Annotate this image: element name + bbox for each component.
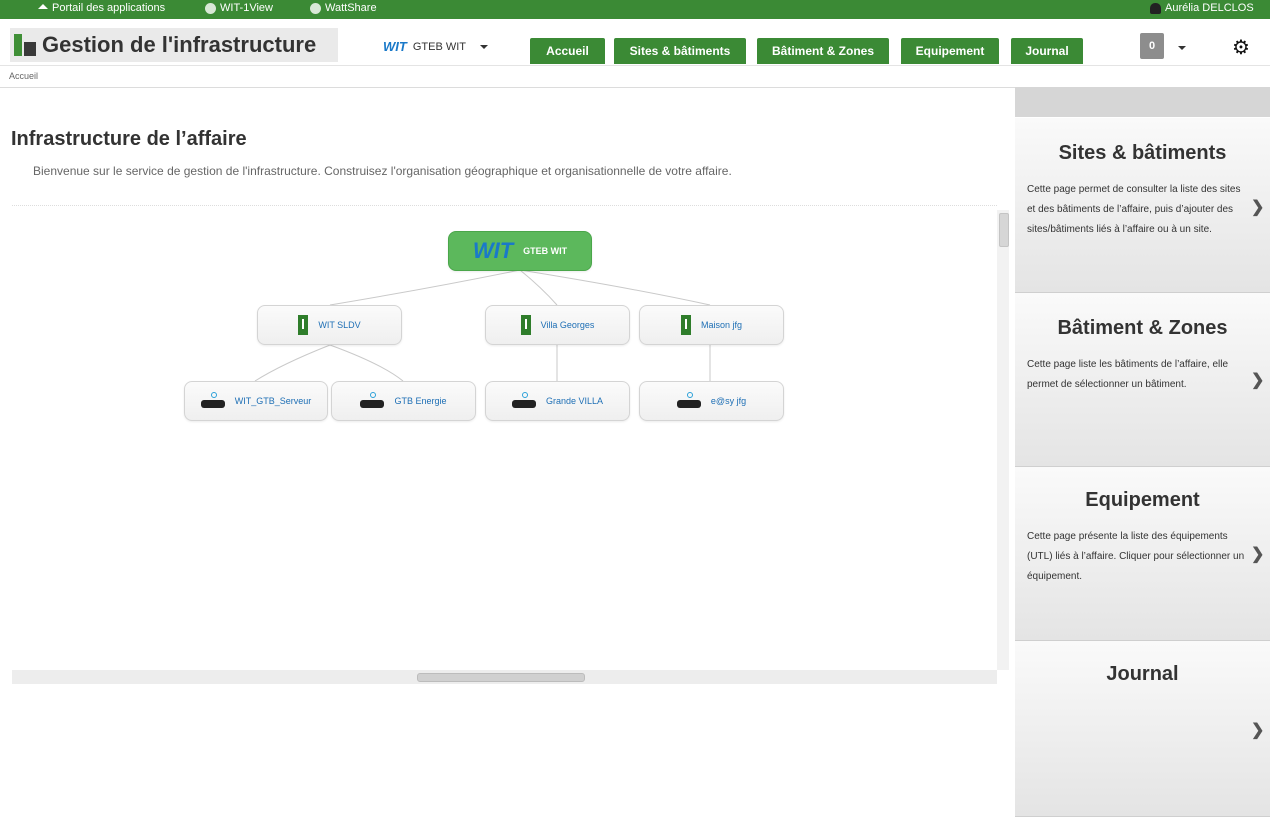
gear-icon[interactable]: ⚙: [1232, 35, 1250, 60]
tree-connectors: [254, 269, 711, 382]
building-icon: [680, 315, 691, 335]
page-intro: Bienvenue sur le service de gestion de l…: [33, 164, 732, 178]
app-title: Gestion de l'infrastructure: [42, 32, 317, 57]
tree-node-device[interactable]: e@sy jfg: [639, 381, 784, 421]
card-sites-batiments[interactable]: Sites & bâtiments Cette page permet de c…: [1015, 118, 1270, 293]
wit1view-label: WIT-1View: [220, 2, 273, 14]
tree-node-device[interactable]: WIT_GTB_Serveur: [184, 381, 328, 421]
diagram-vertical-scrollbar[interactable]: [997, 210, 1009, 670]
user-menu[interactable]: Aurélia DELCLOS: [1150, 2, 1254, 14]
scroll-thumb[interactable]: [999, 213, 1009, 247]
notification-chevron-down-icon[interactable]: [1178, 46, 1186, 50]
notification-badge[interactable]: 0: [1140, 33, 1164, 59]
card-title: Journal: [1106, 663, 1179, 685]
affaire-selector[interactable]: WIT GTEB WIT: [383, 39, 488, 54]
nav-accueil[interactable]: Accueil: [530, 38, 605, 64]
wit-logo: WIT: [383, 39, 407, 54]
tree-node-label: Maison jfg: [700, 320, 743, 330]
portal-link[interactable]: Portail des applications: [38, 2, 165, 14]
tree-node-site[interactable]: WIT SLDV: [257, 305, 402, 345]
diagram-horizontal-scrollbar[interactable]: [12, 670, 997, 684]
card-description: Cette page liste les bâtiments de l’affa…: [1027, 359, 1229, 390]
sidebar-header: [1015, 87, 1270, 117]
card-journal[interactable]: Journal: [1015, 641, 1270, 817]
chevron-right-icon[interactable]: ❯: [1251, 370, 1264, 390]
chevron-down-icon: [480, 44, 488, 49]
device-icon: [676, 392, 701, 408]
chevron-right-icon[interactable]: ❯: [1251, 720, 1264, 740]
affaire-name: GTEB WIT: [412, 40, 466, 53]
tree-node-label: WIT SLDV: [318, 320, 361, 330]
infrastructure-tree[interactable]: WIT GTEB WIT WIT SLDV Villa Georges Mais…: [12, 205, 997, 671]
nav-batiment-zones[interactable]: Bâtiment & Zones: [757, 38, 889, 64]
wit-logo: WIT: [472, 238, 514, 263]
wattshare-link[interactable]: WattShare: [310, 2, 377, 14]
tree-node-label: Grande VILLA: [545, 396, 604, 406]
building-icon: [520, 315, 531, 335]
device-icon: [511, 392, 536, 408]
breadcrumb[interactable]: Accueil: [9, 71, 38, 81]
nav-journal[interactable]: Journal: [1011, 38, 1083, 64]
wattshare-icon: [310, 2, 321, 14]
card-title: Bâtiment & Zones: [1057, 317, 1228, 339]
wattshare-label: WattShare: [325, 2, 377, 14]
nav-sites-batiments[interactable]: Sites & bâtiments: [614, 38, 746, 64]
scroll-thumb[interactable]: [417, 673, 585, 682]
wit1view-icon: [205, 2, 216, 14]
infrastructure-icon: [14, 34, 36, 56]
top-bar: Portail des applications WIT-1View WattS…: [0, 0, 1270, 19]
tree-node-site[interactable]: Maison jfg: [639, 305, 784, 345]
card-title: Equipement: [1085, 489, 1200, 511]
tree-node-label: e@sy jfg: [710, 396, 747, 406]
user-icon: [1150, 2, 1161, 14]
card-description: Cette page permet de consulter la liste …: [1027, 184, 1241, 235]
tree-node-root[interactable]: WIT GTEB WIT: [448, 231, 592, 271]
tree-node-label: Villa Georges: [540, 320, 595, 330]
card-equipement[interactable]: Equipement Cette page présente la liste …: [1015, 467, 1270, 641]
home-icon: [38, 3, 48, 9]
chevron-right-icon[interactable]: ❯: [1251, 544, 1264, 564]
card-batiment-zones[interactable]: Bâtiment & Zones Cette page liste les bâ…: [1015, 293, 1270, 467]
tree-node-device[interactable]: GTB Energie: [331, 381, 476, 421]
app-brand: Gestion de l'infrastructure: [10, 28, 338, 62]
page-title: Infrastructure de l’affaire: [11, 128, 247, 150]
chevron-right-icon[interactable]: ❯: [1251, 197, 1264, 217]
device-icon: [360, 392, 385, 408]
tree-node-site[interactable]: Villa Georges: [485, 305, 630, 345]
tree-node-label: GTB Energie: [394, 396, 447, 406]
user-name: Aurélia DELCLOS: [1165, 2, 1254, 14]
card-description: Cette page présente la liste des équipem…: [1027, 531, 1245, 582]
building-icon: [298, 315, 309, 335]
device-icon: [200, 392, 225, 408]
wit1view-link[interactable]: WIT-1View: [205, 2, 273, 14]
tree-node-device[interactable]: Grande VILLA: [485, 381, 630, 421]
portal-label: Portail des applications: [52, 2, 166, 14]
tree-node-label: WIT_GTB_Serveur: [234, 396, 312, 406]
card-title: Sites & bâtiments: [1058, 142, 1227, 164]
tree-node-label: GTEB WIT: [523, 246, 568, 256]
nav-equipement[interactable]: Equipement: [901, 38, 999, 64]
divider: [0, 87, 1015, 88]
